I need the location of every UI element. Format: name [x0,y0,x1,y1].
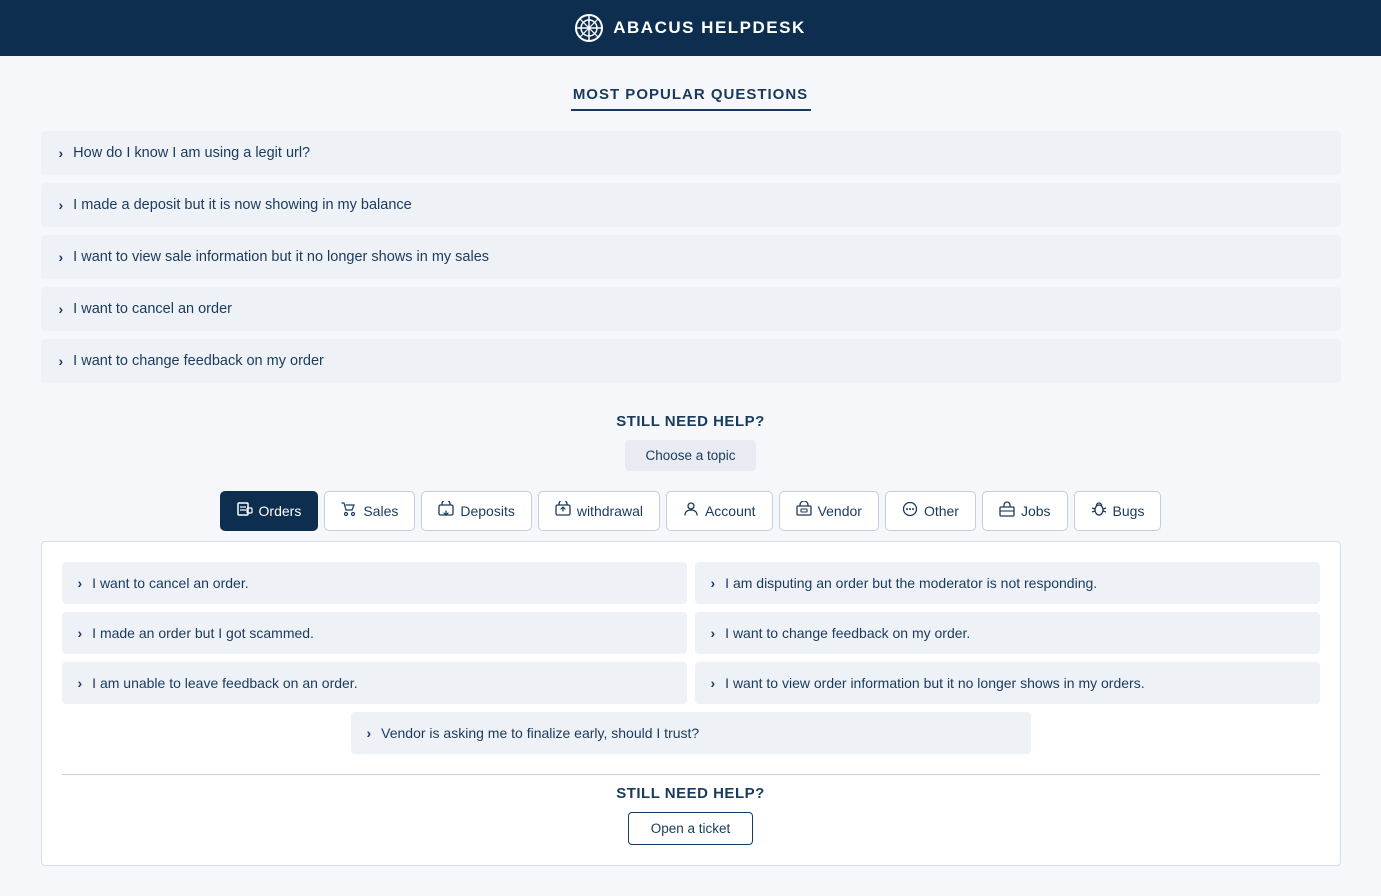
orders-item-disputing-label: I am disputing an order but the moderato… [725,575,1097,591]
chevron-right-icon: › [59,301,64,317]
popular-section-title: MOST POPULAR QUESTIONS [41,86,1341,103]
chevron-right-icon: › [711,675,716,691]
other-icon [902,501,918,521]
chevron-right-icon: › [78,675,83,691]
main-content: MOST POPULAR QUESTIONS › How do I know I… [21,56,1361,896]
jobs-icon [999,501,1015,521]
orders-item-cancel[interactable]: › I want to cancel an order. [62,562,687,604]
open-ticket-button[interactable]: Open a ticket [628,812,754,845]
chevron-right-icon: › [59,353,64,369]
chevron-right-icon: › [59,145,64,161]
withdrawal-icon [555,501,571,521]
tab-withdrawal-label: withdrawal [577,503,643,519]
tab-vendor[interactable]: Vendor [779,491,879,531]
tab-bugs[interactable]: Bugs [1074,491,1162,531]
topic-tabs-container: Orders Sales Deposits withdrawal Account [41,491,1341,531]
faq-item-2[interactable]: › I made a deposit but it is now showing… [41,183,1341,227]
chevron-right-icon: › [78,575,83,591]
orders-item-view-order-label: I want to view order information but it … [725,675,1144,691]
orders-item-scammed[interactable]: › I made an order but I got scammed. [62,612,687,654]
tab-account[interactable]: Account [666,491,773,531]
tab-deposits[interactable]: Deposits [421,491,531,531]
orders-icon [237,501,253,521]
chevron-right-icon: › [78,625,83,641]
chevron-right-icon: › [711,625,716,641]
tab-orders-label: Orders [259,503,302,519]
tab-bugs-label: Bugs [1113,503,1145,519]
vendor-icon [796,501,812,521]
orders-items-grid: › I want to cancel an order. › I am disp… [62,562,1320,704]
page-header: ABACUS HELPDESK [0,0,1381,56]
tab-other[interactable]: Other [885,491,976,531]
tab-sales[interactable]: Sales [324,491,415,531]
chevron-right-icon: › [367,725,372,741]
faq-item-4[interactable]: › I want to cancel an order [41,287,1341,331]
tab-other-label: Other [924,503,959,519]
faq-item-label-1: How do I know I am using a legit url? [73,145,310,161]
still-need-help-title: STILL NEED HELP? [41,413,1341,430]
abacus-logo-icon [575,14,603,42]
orders-item-change-feedback-label: I want to change feedback on my order. [725,625,970,641]
tab-jobs-label: Jobs [1021,503,1051,519]
header-title: ABACUS HELPDESK [613,18,806,38]
popular-questions-section: MOST POPULAR QUESTIONS › How do I know I… [41,86,1341,383]
orders-item-scammed-label: I made an order but I got scammed. [92,625,314,641]
orders-item-view-order[interactable]: › I want to view order information but i… [695,662,1320,704]
orders-item-cancel-label: I want to cancel an order. [92,575,248,591]
tab-orders[interactable]: Orders [220,491,319,531]
faq-item-label-5: I want to change feedback on my order [73,353,324,369]
tab-account-label: Account [705,503,756,519]
orders-item-finalize-label: Vendor is asking me to finalize early, s… [381,725,699,741]
faq-item-label-4: I want to cancel an order [73,301,232,317]
tab-deposits-label: Deposits [460,503,514,519]
orders-item-feedback[interactable]: › I am unable to leave feedback on an or… [62,662,687,704]
chevron-right-icon: › [59,249,64,265]
faq-item-3[interactable]: › I want to view sale information but it… [41,235,1341,279]
orders-item-finalize[interactable]: › Vendor is asking me to finalize early,… [351,712,1031,754]
deposits-icon [438,501,454,521]
still-need-help-section: STILL NEED HELP? Choose a topic [41,413,1341,471]
choose-topic-button[interactable]: Choose a topic [625,440,755,471]
bottom-still-need-help: STILL NEED HELP? Open a ticket [62,774,1320,845]
chevron-right-icon: › [711,575,716,591]
faq-item-label-3: I want to view sale information but it n… [73,249,489,265]
chevron-right-icon: › [59,197,64,213]
bugs-icon [1091,501,1107,521]
section-title-underline [571,109,811,111]
faq-item-1[interactable]: › How do I know I am using a legit url? [41,131,1341,175]
tab-vendor-label: Vendor [818,503,862,519]
orders-item-feedback-label: I am unable to leave feedback on an orde… [92,675,357,691]
sales-icon [341,501,357,521]
tab-withdrawal[interactable]: withdrawal [538,491,660,531]
orders-expanded-section: › I want to cancel an order. › I am disp… [41,541,1341,866]
tab-jobs[interactable]: Jobs [982,491,1068,531]
faq-item-5[interactable]: › I want to change feedback on my order [41,339,1341,383]
orders-item-disputing[interactable]: › I am disputing an order but the modera… [695,562,1320,604]
account-icon [683,501,699,521]
faq-item-label-2: I made a deposit but it is now showing i… [73,197,412,213]
tab-sales-label: Sales [363,503,398,519]
orders-item-change-feedback[interactable]: › I want to change feedback on my order. [695,612,1320,654]
